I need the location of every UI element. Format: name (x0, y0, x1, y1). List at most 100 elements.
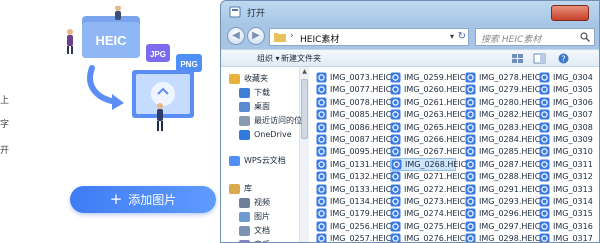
file-item[interactable]: IMG_0297.HEIC (465, 220, 540, 233)
nav-item-label: 文档 (254, 226, 270, 235)
file-item[interactable]: IMG_0256.HEIC (316, 220, 391, 233)
file-item[interactable]: IMG_0287.HEIC (465, 158, 540, 171)
file-item[interactable]: IMG_0285.HEIC (465, 145, 540, 158)
heic-file-icon (390, 109, 401, 120)
nav-item[interactable]: 库 (229, 182, 252, 195)
file-item[interactable]: IMG_0263.HEIC (390, 108, 465, 121)
file-name: IMG_0279.HEIC (479, 85, 541, 95)
file-item[interactable]: IMG_0282.HEIC (465, 108, 540, 121)
png-label: PNG (180, 60, 197, 69)
search-box[interactable]: 搜索 HEIC素材 (475, 28, 595, 46)
new-folder-button[interactable]: 新建文件夹 (281, 53, 321, 64)
file-item[interactable]: IMG_0073.HEIC (316, 71, 391, 84)
file-item[interactable]: IMG_0317 (539, 232, 599, 242)
file-item[interactable]: IMG_0265.HEIC (390, 121, 465, 134)
file-item[interactable]: IMG_0276.HEIC (390, 232, 465, 242)
nav-item[interactable]: 最近访问的位 (239, 114, 302, 127)
heic-file-icon (539, 233, 550, 242)
file-item[interactable]: IMG_0078.HEIC (316, 96, 391, 109)
file-item[interactable]: IMG_0305 (539, 83, 599, 96)
file-item[interactable]: IMG_0272.HEIC (390, 183, 465, 196)
dialog-titlebar[interactable]: 打开 (221, 1, 599, 23)
preview-pane-icon[interactable] (533, 53, 546, 64)
file-item[interactable]: IMG_0271.HEIC (390, 170, 465, 183)
file-item[interactable]: IMG_0307 (539, 108, 599, 121)
file-item[interactable]: IMG_0268.HEIC (390, 157, 466, 171)
file-item[interactable]: IMG_0273.HEIC (390, 195, 465, 208)
file-item[interactable]: IMG_0288.HEIC (465, 170, 540, 183)
forward-arrow-icon: ▶ (252, 30, 260, 41)
file-item[interactable]: IMG_0280.HEIC (465, 96, 540, 109)
nav-item[interactable]: 音乐 (239, 238, 270, 242)
file-item[interactable]: IMG_0278.HEIC (465, 71, 540, 84)
back-button[interactable]: ◀ (227, 27, 245, 45)
file-item[interactable]: IMG_0316 (539, 220, 599, 233)
file-item[interactable]: IMG_0279.HEIC (465, 83, 540, 96)
nav-item[interactable]: 图片 (239, 210, 270, 223)
nav-item[interactable]: 收藏夹 (229, 72, 268, 85)
view-options-icon[interactable] (511, 53, 524, 64)
file-item[interactable]: IMG_0134.HEIC (316, 195, 391, 208)
file-item[interactable]: IMG_0283.HEIC (465, 121, 540, 134)
file-item[interactable]: IMG_0313 (539, 183, 599, 196)
nav-item[interactable]: 下载 (239, 86, 270, 99)
file-item[interactable]: IMG_0306 (539, 96, 599, 109)
address-bar[interactable]: › HEIC素材 ▾ ↻ (269, 28, 469, 46)
heic-file-icon (539, 171, 550, 182)
picture-library-icon (239, 211, 250, 222)
back-arrow-icon: ◀ (232, 30, 240, 41)
file-item[interactable]: IMG_0087.HEIC (316, 133, 391, 146)
close-button[interactable] (551, 5, 589, 21)
file-item[interactable]: IMG_0291.HEIC (465, 183, 540, 196)
file-item[interactable]: IMG_0259.HEIC (390, 71, 465, 84)
file-item[interactable]: IMG_0293.HEIC (465, 195, 540, 208)
scroll-up-icon[interactable]: ▲ (300, 67, 309, 77)
nav-item[interactable]: WPS云文档 (229, 154, 286, 167)
organize-menu[interactable]: 组织 ▾ (257, 53, 280, 64)
file-item[interactable]: IMG_0308 (539, 121, 599, 134)
file-item[interactable]: IMG_0085.HEIC (316, 108, 391, 121)
address-dropdown-icon[interactable]: ▾ (450, 32, 454, 41)
file-item[interactable]: IMG_0077.HEIC (316, 83, 391, 96)
nav-item[interactable]: 视频 (239, 196, 270, 209)
file-item[interactable]: IMG_0267.HEIC (390, 145, 465, 158)
file-item[interactable]: IMG_0312 (539, 170, 599, 183)
forward-button[interactable]: ▶ (247, 27, 265, 45)
file-item[interactable]: IMG_0296.HEIC (465, 207, 540, 220)
file-item[interactable]: IMG_0131.HEIC (316, 158, 391, 171)
nav-item[interactable]: 文档 (239, 224, 270, 237)
file-item[interactable]: IMG_0132.HEIC (316, 170, 391, 183)
file-item[interactable]: IMG_0315 (539, 207, 599, 220)
dialog-title: 打开 (247, 9, 266, 19)
refresh-icon[interactable]: ↻ (458, 31, 466, 42)
file-item[interactable]: IMG_0314 (539, 195, 599, 208)
file-name: IMG_0271.HEIC (404, 172, 466, 182)
add-image-button[interactable]: + 添加图片 (70, 186, 216, 213)
scroll-thumb[interactable] (301, 79, 308, 139)
file-item[interactable]: IMG_0179.HEIC (316, 207, 391, 220)
file-item[interactable]: IMG_0133.HEIC (316, 183, 391, 196)
file-item[interactable]: IMG_0310 (539, 145, 599, 158)
file-item[interactable]: IMG_0311 (539, 158, 599, 171)
file-item[interactable]: IMG_0086.HEIC (316, 121, 391, 134)
file-item[interactable]: IMG_0304 (539, 71, 599, 84)
file-item[interactable]: IMG_0298.HEIC (465, 232, 540, 242)
file-name: IMG_0283.HEIC (479, 122, 541, 132)
file-item[interactable]: IMG_0274.HEIC (390, 207, 465, 220)
file-name: IMG_0304 (553, 73, 593, 82)
nav-item[interactable]: OneDrive (239, 128, 292, 141)
file-item[interactable]: IMG_0261.HEIC (390, 96, 465, 109)
file-item[interactable]: IMG_0284.HEIC (465, 133, 540, 146)
file-item[interactable]: IMG_0309 (539, 133, 599, 146)
file-item[interactable]: IMG_0266.HEIC (390, 133, 465, 146)
nav-scrollbar[interactable]: ▲ (299, 67, 309, 242)
heic-file-icon (390, 84, 401, 95)
file-item[interactable]: IMG_0260.HEIC (390, 83, 465, 96)
nav-item[interactable]: 桌面 (239, 100, 270, 113)
nav-item-label: WPS云文档 (244, 156, 286, 165)
file-item[interactable]: IMG_0095.HEIC (316, 145, 391, 158)
file-item[interactable]: IMG_0275.HEIC (390, 220, 465, 233)
help-icon[interactable]: ? (557, 53, 570, 64)
file-item[interactable]: IMG_0257.HEIC (316, 232, 391, 242)
search-icon[interactable] (580, 32, 590, 42)
